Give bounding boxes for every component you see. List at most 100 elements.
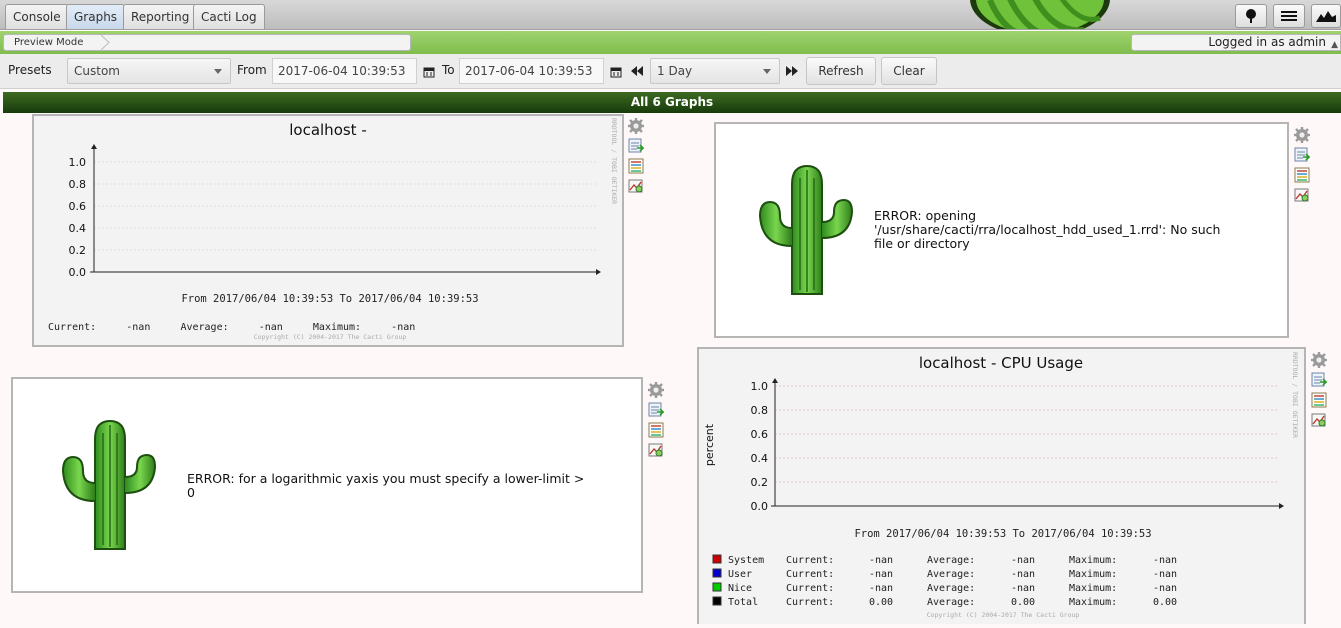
- legend-swatch: [712, 582, 722, 592]
- legend-series-name: User: [728, 569, 752, 580]
- graph-cpu-usage-actions: [1311, 352, 1329, 432]
- presets-select[interactable]: Custom: [67, 58, 231, 84]
- presets-select-value: Custom: [74, 64, 120, 78]
- rrdtool-watermark: RRDTOOL / TOBI OETIKER: [610, 118, 618, 204]
- from-date-input[interactable]: 2017-06-04 10:39:53: [272, 58, 417, 84]
- legend-current-value: 0.00: [869, 597, 893, 608]
- to-date-input[interactable]: 2017-06-04 10:39:53: [459, 58, 604, 84]
- breadcrumb-item-preview-mode[interactable]: Preview Mode: [14, 37, 83, 48]
- legend-swatch: [712, 554, 722, 564]
- top-navigation-bar: Console Graphs Reporting Cacti Log: [0, 0, 1341, 30]
- gear-icon[interactable]: [1311, 352, 1327, 368]
- legend-maximum-value: -nan: [1153, 583, 1177, 594]
- zoom-graph-icon[interactable]: [628, 178, 644, 194]
- clear-button[interactable]: Clear: [881, 57, 937, 85]
- legend-current-label: Current:: [786, 569, 834, 580]
- graph-copyright: Copyright (C) 2004-2017 The Cacti Group: [254, 333, 407, 341]
- zoom-graph-icon[interactable]: [1294, 187, 1310, 203]
- cactus-icon: [61, 419, 157, 550]
- x-axis-arrow-icon: [1279, 503, 1284, 509]
- gridlines: [775, 385, 1279, 483]
- chevron-down-icon: [214, 69, 222, 74]
- shift-left-icon[interactable]: [630, 65, 644, 77]
- graph-localhost[interactable]: localhost - 1.0 0.8 0.6 0.4 0.2 0.0 From…: [32, 114, 624, 347]
- legend-maximum-label: Maximum:: [1069, 583, 1117, 594]
- legend-current-value: -nan: [869, 555, 893, 566]
- gear-icon[interactable]: [1294, 127, 1310, 143]
- y-tick-label: 0.0: [69, 266, 87, 279]
- chevron-down-icon: [763, 69, 771, 74]
- graphs-header-title: All 6 Graphs: [630, 95, 714, 109]
- legend-maximum-label: Maximum:: [1069, 555, 1117, 566]
- legend-current-value: -nan: [869, 583, 893, 594]
- from-calendar-icon[interactable]: [422, 66, 436, 78]
- graph-error-message: ERROR: for a logarithmic yaxis you must …: [187, 471, 585, 500]
- y-tick-label: 0.8: [69, 178, 87, 191]
- legend-average-value: 0.00: [1011, 597, 1035, 608]
- tab-console[interactable]: Console: [5, 4, 69, 29]
- legend-series-name: Total: [728, 597, 758, 608]
- legend-average-value: -nan: [1011, 569, 1035, 580]
- shift-right-icon[interactable]: [785, 65, 799, 77]
- export-csv-icon[interactable]: [628, 138, 645, 154]
- graph-title: localhost - CPU Usage: [919, 354, 1083, 372]
- graph-hdd-used-error[interactable]: ERROR: opening '/usr/share/cacti/rra/loc…: [714, 122, 1289, 338]
- legend-current-value: -nan: [869, 569, 893, 580]
- breadcrumb-separator-icon: [100, 35, 110, 50]
- graph-mountain-icon: [1316, 11, 1336, 22]
- y-axis-label: percent: [703, 423, 716, 466]
- properties-icon[interactable]: [1311, 392, 1327, 408]
- gear-icon[interactable]: [648, 382, 664, 398]
- timespan-filter-bar: Presets Custom From 2017-06-04 10:39:53 …: [0, 54, 1341, 89]
- tab-reporting[interactable]: Reporting: [123, 4, 198, 29]
- timespan-select-value: 1 Day: [657, 64, 693, 78]
- list-view-button[interactable]: [1273, 4, 1305, 28]
- y-tick-label: 0.6: [69, 200, 87, 213]
- graph-title: localhost -: [289, 121, 367, 139]
- breadcrumb: Preview Mode: [3, 34, 411, 51]
- tree-view-button[interactable]: [1235, 4, 1267, 28]
- zoom-graph-icon[interactable]: [1311, 412, 1327, 428]
- graph-copyright: Copyright (C) 2004-2017 The Cacti Group: [927, 611, 1080, 619]
- y-axis-arrow-icon: [772, 378, 778, 383]
- graph-logarithmic-error[interactable]: ERROR: for a logarithmic yaxis you must …: [11, 377, 643, 593]
- legend-current-label: Current:: [786, 555, 834, 566]
- user-menu[interactable]: Logged in as admin ▲: [1131, 34, 1341, 51]
- legend-maximum-value: -nan: [1153, 569, 1177, 580]
- from-label: From: [237, 63, 267, 77]
- legend-maximum-label: Maximum:: [1069, 597, 1117, 608]
- rrdtool-watermark: RRDTOOL / TOBI OETIKER: [1291, 352, 1299, 438]
- legend-current-label: Current:: [786, 597, 834, 608]
- graph-time-range: From 2017/06/04 10:39:53 To 2017/06/04 1…: [181, 293, 478, 305]
- list-icon: [1281, 11, 1297, 21]
- export-csv-icon[interactable]: [1294, 147, 1311, 163]
- legend-swatch: [712, 596, 722, 606]
- zoom-graph-icon[interactable]: [648, 442, 664, 458]
- legend-average-label: Average:: [927, 583, 975, 594]
- legend-average-label: Average:: [927, 569, 975, 580]
- y-axis-arrow-icon: [91, 144, 97, 149]
- y-tick-label: 0.8: [751, 404, 769, 417]
- legend-average-value: -nan: [1011, 555, 1035, 566]
- graph-localhost-actions: [628, 118, 646, 198]
- tab-cacti-log[interactable]: Cacti Log: [193, 4, 265, 29]
- export-csv-icon[interactable]: [648, 402, 665, 418]
- y-tick-label: 0.6: [751, 428, 769, 441]
- tab-graphs[interactable]: Graphs: [66, 4, 126, 29]
- y-tick-label: 1.0: [69, 156, 87, 169]
- gear-icon[interactable]: [628, 118, 644, 134]
- refresh-button[interactable]: Refresh: [806, 57, 876, 85]
- timespan-select[interactable]: 1 Day: [650, 58, 780, 84]
- preview-view-button[interactable]: [1311, 4, 1341, 28]
- graph-cpu-usage-image: localhost - CPU Usage percent 1.0 0.8 0.…: [703, 352, 1299, 619]
- graph-cpu-usage[interactable]: localhost - CPU Usage percent 1.0 0.8 0.…: [697, 347, 1306, 624]
- legend-current-label: Current:: [786, 583, 834, 594]
- properties-icon[interactable]: [1294, 167, 1310, 183]
- properties-icon[interactable]: [628, 158, 644, 174]
- properties-icon[interactable]: [648, 422, 664, 438]
- x-axis-arrow-icon: [596, 269, 601, 275]
- y-tick-label: 0.4: [69, 222, 87, 235]
- login-status-text: Logged in as admin: [1208, 35, 1326, 49]
- export-csv-icon[interactable]: [1311, 372, 1328, 388]
- to-calendar-icon[interactable]: [609, 66, 623, 78]
